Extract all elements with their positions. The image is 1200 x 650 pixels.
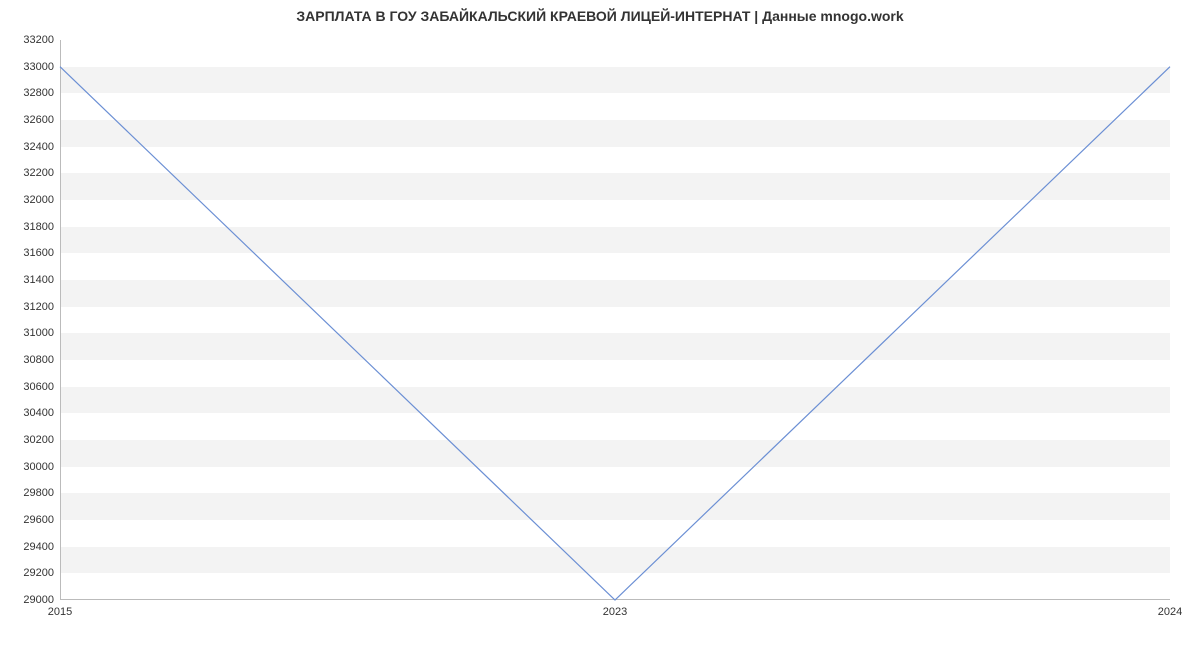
y-tick-label: 29000: [4, 594, 54, 606]
y-tick-label: 30400: [4, 407, 54, 419]
y-tick-label: 32800: [4, 87, 54, 99]
y-tick-label: 30600: [4, 381, 54, 393]
x-tick-label: 2015: [48, 606, 72, 618]
y-tick-label: 33200: [4, 34, 54, 46]
y-tick-label: 29400: [4, 541, 54, 553]
y-tick-label: 31800: [4, 221, 54, 233]
y-tick-label: 32400: [4, 141, 54, 153]
y-tick-label: 30200: [4, 434, 54, 446]
x-tick-label: 2024: [1158, 606, 1182, 618]
y-tick-label: 31000: [4, 327, 54, 339]
chart-container: ЗАРПЛАТА В ГОУ ЗАБАЙКАЛЬСКИЙ КРАЕВОЙ ЛИЦ…: [0, 0, 1200, 650]
y-tick-label: 31600: [4, 247, 54, 259]
line-svg: [60, 40, 1170, 600]
y-tick-label: 32200: [4, 167, 54, 179]
x-tick-label: 2023: [603, 606, 627, 618]
y-tick-label: 30800: [4, 354, 54, 366]
y-tick-label: 32000: [4, 194, 54, 206]
y-tick-label: 31400: [4, 274, 54, 286]
y-tick-label: 29600: [4, 514, 54, 526]
y-tick-label: 33000: [4, 61, 54, 73]
line-path: [60, 67, 1170, 600]
y-tick-label: 29800: [4, 487, 54, 499]
y-tick-label: 31200: [4, 301, 54, 313]
y-tick-label: 29200: [4, 567, 54, 579]
y-tick-label: 32600: [4, 114, 54, 126]
chart-title: ЗАРПЛАТА В ГОУ ЗАБАЙКАЛЬСКИЙ КРАЕВОЙ ЛИЦ…: [0, 8, 1200, 24]
y-tick-label: 30000: [4, 461, 54, 473]
